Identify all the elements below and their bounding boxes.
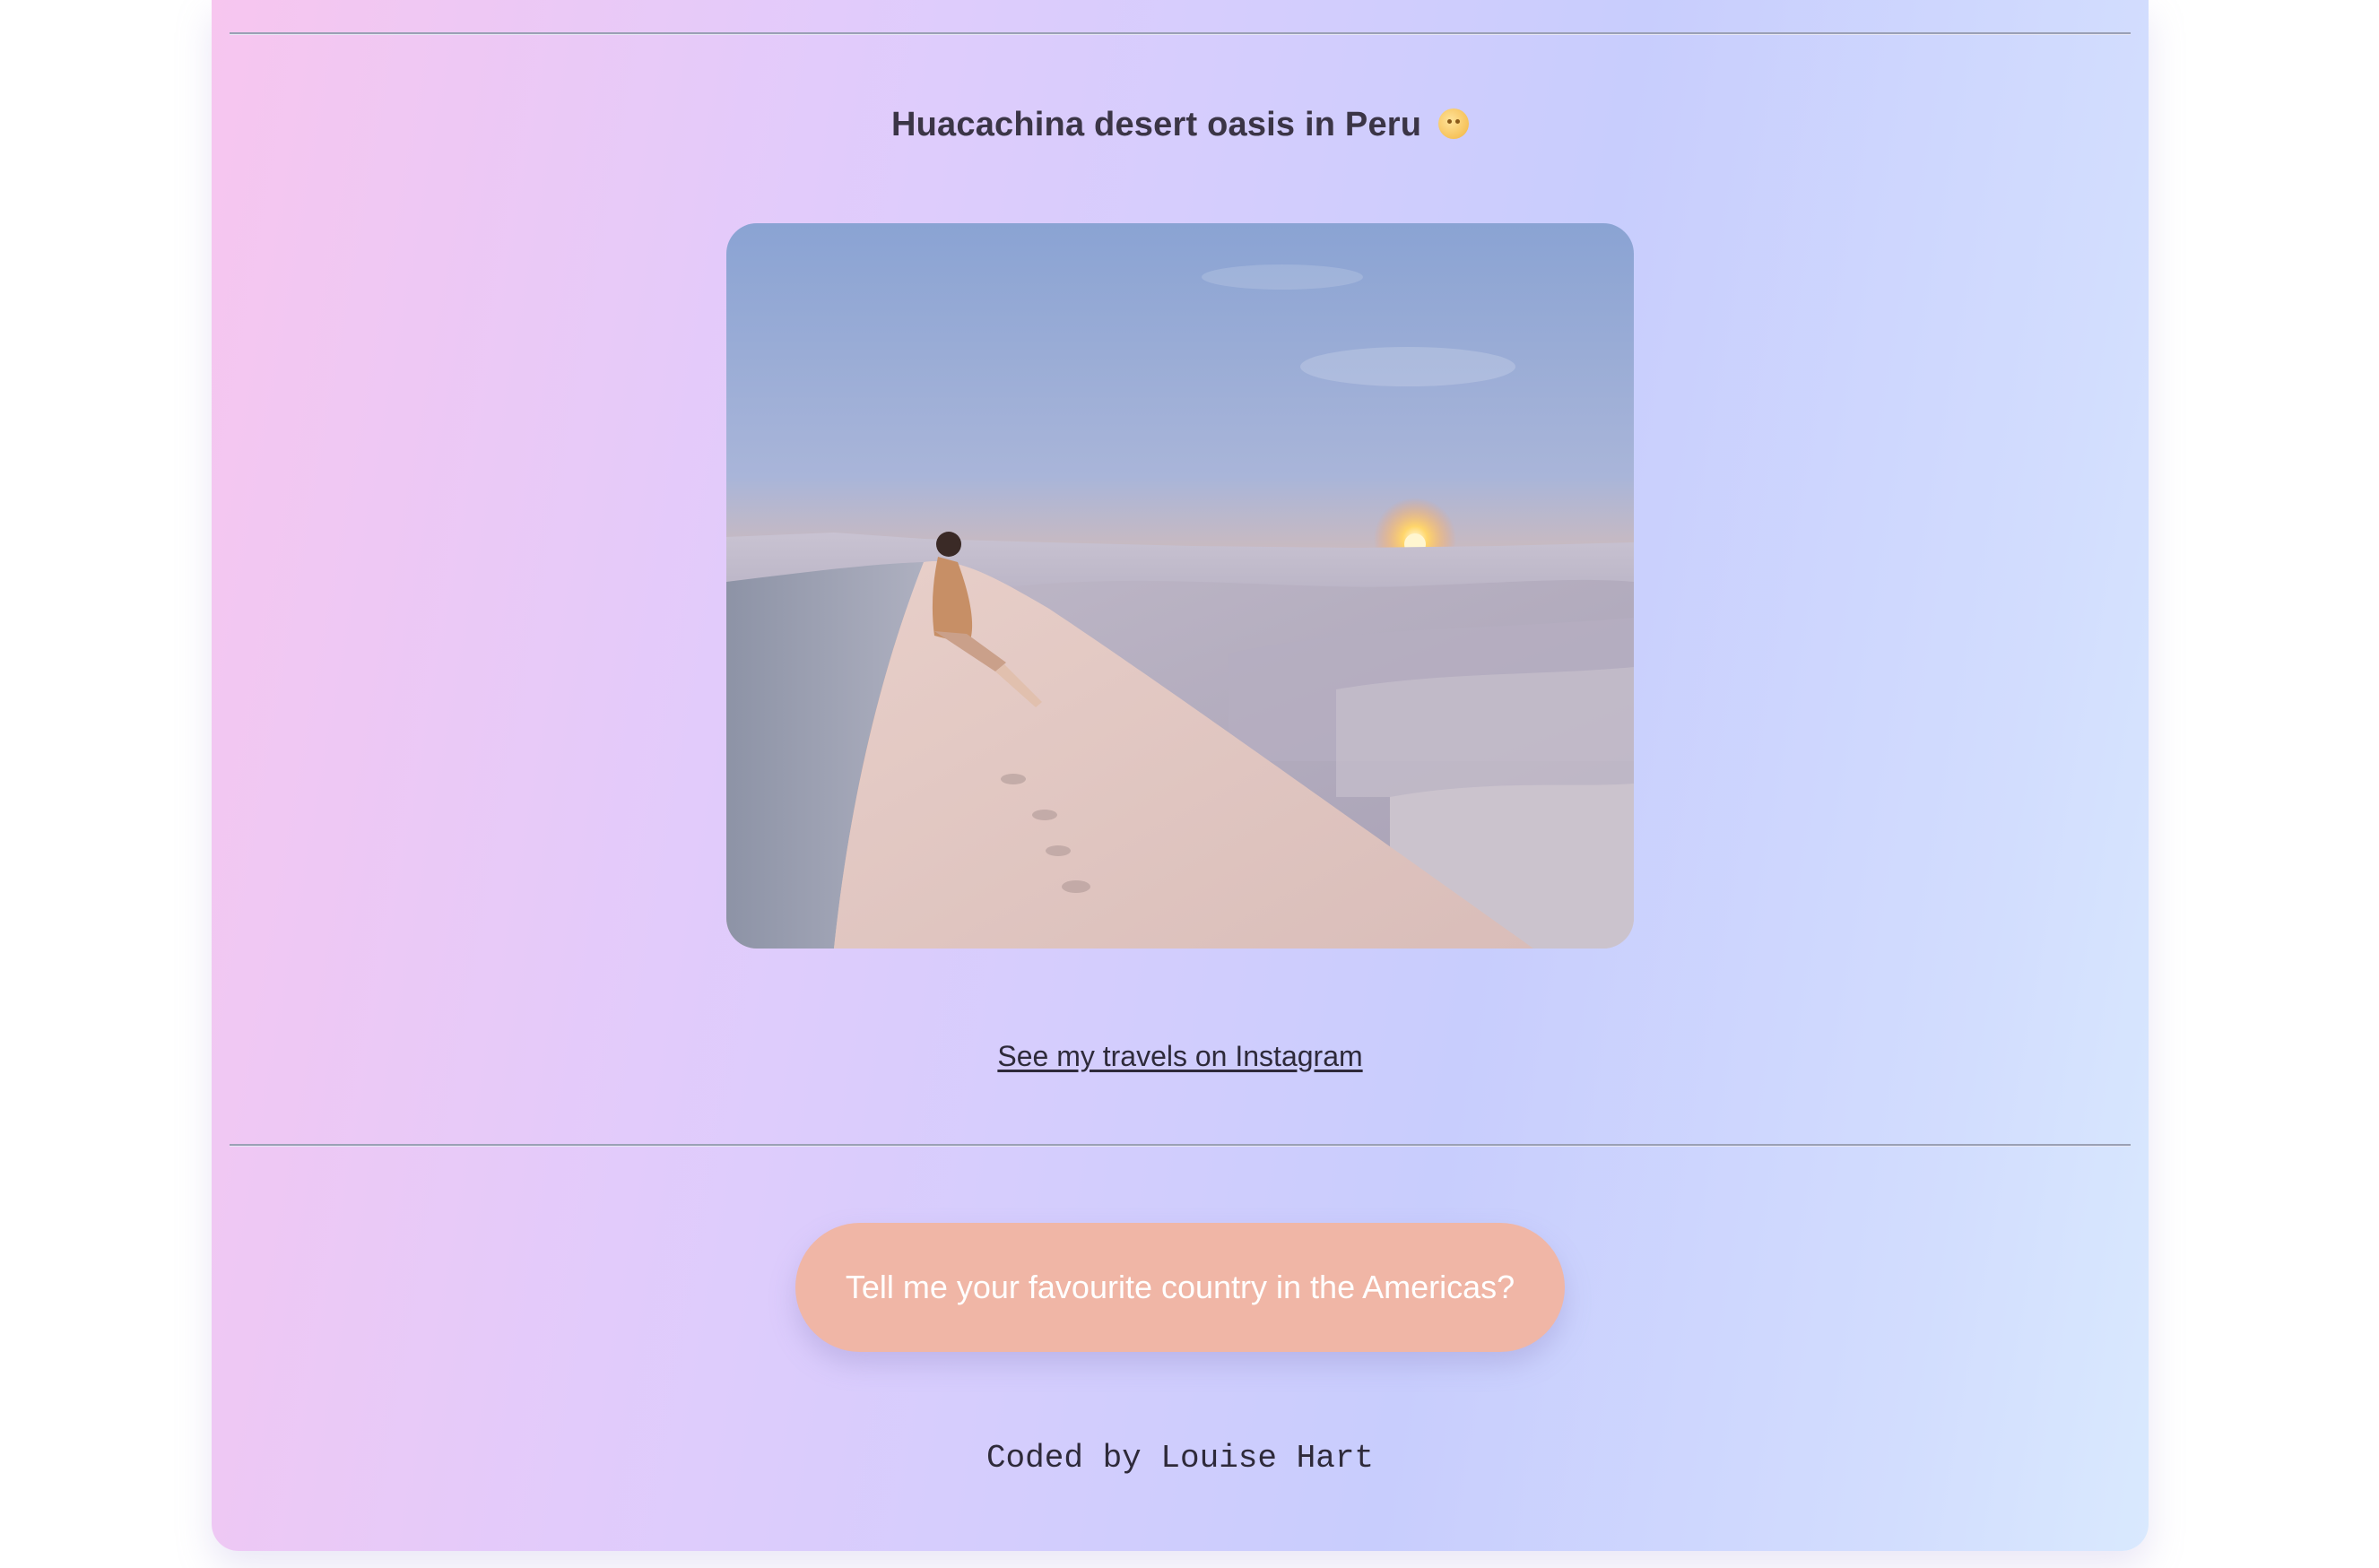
instagram-link-row: See my travels on Instagram — [212, 1040, 2149, 1073]
section-title-row: Huacachina desert oasis in Peru — [212, 106, 2149, 144]
footer-credit: Coded by Louise Hart — [985, 1440, 1375, 1477]
page-background: Huacachina desert oasis in Peru See my t… — [0, 0, 2379, 1568]
smiling-face-emoji-icon — [1437, 108, 1469, 139]
desert-photo — [726, 223, 1634, 949]
instagram-link[interactable]: See my travels on Instagram — [997, 1040, 1362, 1072]
middle-divider — [230, 1144, 2131, 1147]
content-card: Huacachina desert oasis in Peru See my t… — [212, 0, 2149, 1551]
section-title: Huacachina desert oasis in Peru — [891, 106, 1422, 143]
top-divider — [230, 32, 2131, 35]
favourite-country-button[interactable]: Tell me your favourite country in the Am… — [795, 1223, 1565, 1352]
